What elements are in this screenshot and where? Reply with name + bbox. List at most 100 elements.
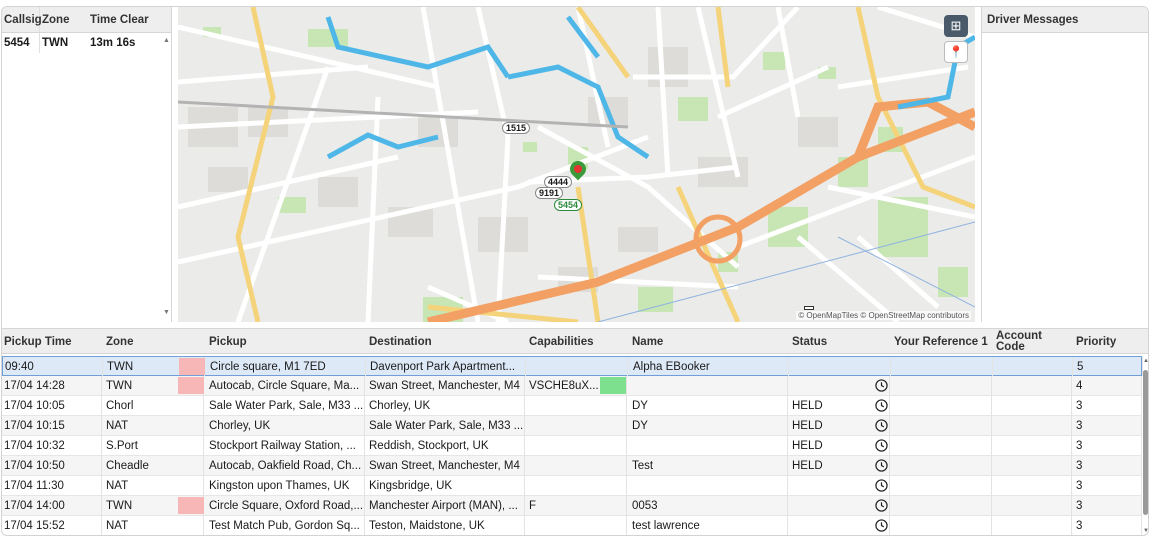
scroll-down-arrow[interactable]: ▼	[1143, 528, 1148, 534]
drivers-header: Callsig Zone Time Clear	[2, 7, 171, 33]
clock-icon[interactable]	[875, 379, 888, 392]
job-priority: 4	[1074, 376, 1142, 395]
clock-icon[interactable]	[875, 459, 888, 472]
job-pickup-time: 17/04 14:28	[2, 376, 102, 395]
job-zone: NAT	[104, 516, 204, 535]
map-locate-button[interactable]: 📍	[944, 41, 968, 63]
column-header-status[interactable]: Status	[790, 329, 890, 355]
job-name: Alpha EBooker	[631, 357, 789, 376]
job-name	[630, 476, 788, 495]
column-header-zone[interactable]: Zone	[40, 7, 88, 32]
table-row[interactable]: 17/04 10:15 NAT Chorley, UK Sale Water Park…	[2, 416, 1142, 436]
job-zone: Cheadle	[104, 456, 204, 475]
table-row[interactable]: 17/04 10:05 Chorl Sale Water Park, Sale, M…	[2, 396, 1142, 416]
map-layers-button[interactable]: ⊞	[944, 15, 968, 37]
clock-icon[interactable]	[875, 499, 888, 512]
table-row[interactable]: 17/04 10:32 S.Port Stockport Railway Stati…	[2, 436, 1142, 456]
table-row[interactable]: 17/04 10:50 Cheadle Autocab, Oakfield Road…	[2, 456, 1142, 476]
job-pickup-time: 17/04 10:32	[2, 436, 102, 455]
job-pickup: Test Match Pub, Gordon Sq...	[207, 516, 365, 535]
job-name	[630, 436, 788, 455]
driver-messages-title: Driver Messages	[982, 7, 1148, 33]
job-capabilities	[527, 436, 627, 455]
clock-icon[interactable]	[875, 399, 888, 412]
job-account-code	[995, 357, 1073, 376]
column-header-destination[interactable]: Destination	[367, 329, 525, 355]
map-attribution[interactable]: © OpenMapTiles © OpenStreetMap contribut…	[796, 311, 971, 320]
job-pickup-time: 17/04 15:52	[2, 516, 102, 535]
job-priority: 3	[1074, 516, 1142, 535]
drivers-panel: Callsig Zone Time Clear 5454 TWN 13m 16s…	[2, 7, 172, 322]
scrollbar-thumb[interactable]	[1143, 370, 1148, 515]
scroll-up-arrow[interactable]: ▲	[1143, 358, 1148, 364]
job-priority: 3	[1074, 436, 1142, 455]
job-destination: Sale Water Park, Sale, M33 ...	[367, 416, 525, 435]
job-your-reference	[892, 456, 992, 475]
job-priority: 3	[1074, 496, 1142, 515]
column-header-pickup[interactable]: Pickup	[207, 329, 365, 355]
column-header-pickup-time[interactable]: Pickup Time	[2, 329, 102, 355]
job-account-code	[994, 456, 1072, 475]
job-capabilities	[527, 516, 627, 535]
job-destination: Manchester Airport (MAN), ...	[367, 496, 525, 515]
job-your-reference	[892, 496, 992, 515]
driver-row[interactable]: 5454 TWN 13m 16s	[2, 33, 171, 53]
job-account-code	[994, 416, 1072, 435]
job-account-code	[994, 396, 1072, 415]
clock-icon[interactable]	[875, 439, 888, 452]
table-row[interactable]: 17/04 14:00 TWN Circle Square, Oxford Road…	[2, 496, 1142, 516]
column-header-name[interactable]: Name	[630, 329, 788, 355]
job-your-reference	[892, 436, 992, 455]
job-priority: 3	[1074, 476, 1142, 495]
column-header-capabilities[interactable]: Capabilities	[527, 329, 627, 355]
job-capabilities	[528, 357, 628, 376]
job-pickup: Circle square, M1 7ED	[208, 357, 366, 376]
column-header-priority[interactable]: Priority	[1074, 329, 1142, 355]
job-name: Test	[630, 456, 788, 475]
job-zone: NAT	[104, 416, 204, 435]
column-header-callsign[interactable]: Callsig	[2, 7, 42, 32]
job-pickup-time: 17/04 10:05	[2, 396, 102, 415]
column-header-time-clear[interactable]: Time Clear	[88, 7, 168, 32]
vehicle-marker-1515[interactable]: 1515	[502, 122, 531, 134]
job-capabilities	[527, 456, 627, 475]
job-account-code	[994, 496, 1072, 515]
vehicle-marker-5454[interactable]: 5454	[554, 199, 583, 211]
driver-zone: TWN	[42, 37, 69, 49]
zone-color-swatch	[179, 358, 205, 375]
table-row[interactable]: 17/04 11:30 NAT Kingston upon Thames, UK Ki…	[2, 476, 1142, 496]
column-header-your-reference-1[interactable]: Your Reference 1	[892, 329, 992, 355]
job-destination: Kingsbridge, UK	[367, 476, 525, 495]
zone-color-swatch	[178, 497, 204, 514]
column-header-account-code[interactable]: Account Code	[994, 329, 1064, 355]
vehicle-marker-9191[interactable]: 9191	[535, 187, 564, 199]
table-row[interactable]: 17/04 14:28 TWN Autocab, Circle Square, Ma…	[2, 376, 1142, 396]
job-zone: S.Port	[104, 436, 204, 455]
capability-color-swatch	[600, 377, 626, 394]
job-pickup: Kingston upon Thames, UK	[207, 476, 365, 495]
scroll-up-arrow[interactable]: ▲	[163, 37, 170, 44]
clock-icon[interactable]	[875, 479, 888, 492]
job-account-code	[994, 436, 1072, 455]
clock-icon[interactable]	[875, 519, 888, 532]
clock-icon[interactable]	[875, 419, 888, 432]
scroll-down-arrow[interactable]: ▼	[163, 309, 170, 316]
job-pickup-time: 17/04 10:15	[2, 416, 102, 435]
jobs-scrollbar[interactable]: ▲ ▼	[1142, 358, 1148, 535]
job-capabilities	[527, 396, 627, 415]
job-capabilities	[527, 416, 627, 435]
job-priority: 3	[1074, 416, 1142, 435]
zone-color-swatch	[178, 377, 204, 394]
job-your-reference	[892, 376, 992, 395]
map-view[interactable]: 1515 4444 9191 5454 ⊞ 📍 © OpenMapTiles ©…	[178, 7, 975, 322]
driver-messages-panel: Driver Messages	[981, 7, 1148, 322]
map-scale-bar	[804, 306, 814, 310]
column-header-zone[interactable]: Zone	[104, 329, 204, 355]
job-destination: Davenport Park Apartment...	[368, 357, 526, 376]
table-row-selected[interactable]: 09:40 TWN Circle square, M1 7ED Davenport P…	[2, 356, 1143, 376]
job-pickup-time: 17/04 10:50	[2, 456, 102, 475]
job-priority: 3	[1074, 456, 1142, 475]
job-name: DY	[630, 416, 788, 435]
table-row[interactable]: 17/04 15:52 NAT Test Match Pub, Gordon Sq.…	[2, 516, 1142, 535]
job-name	[630, 376, 788, 395]
